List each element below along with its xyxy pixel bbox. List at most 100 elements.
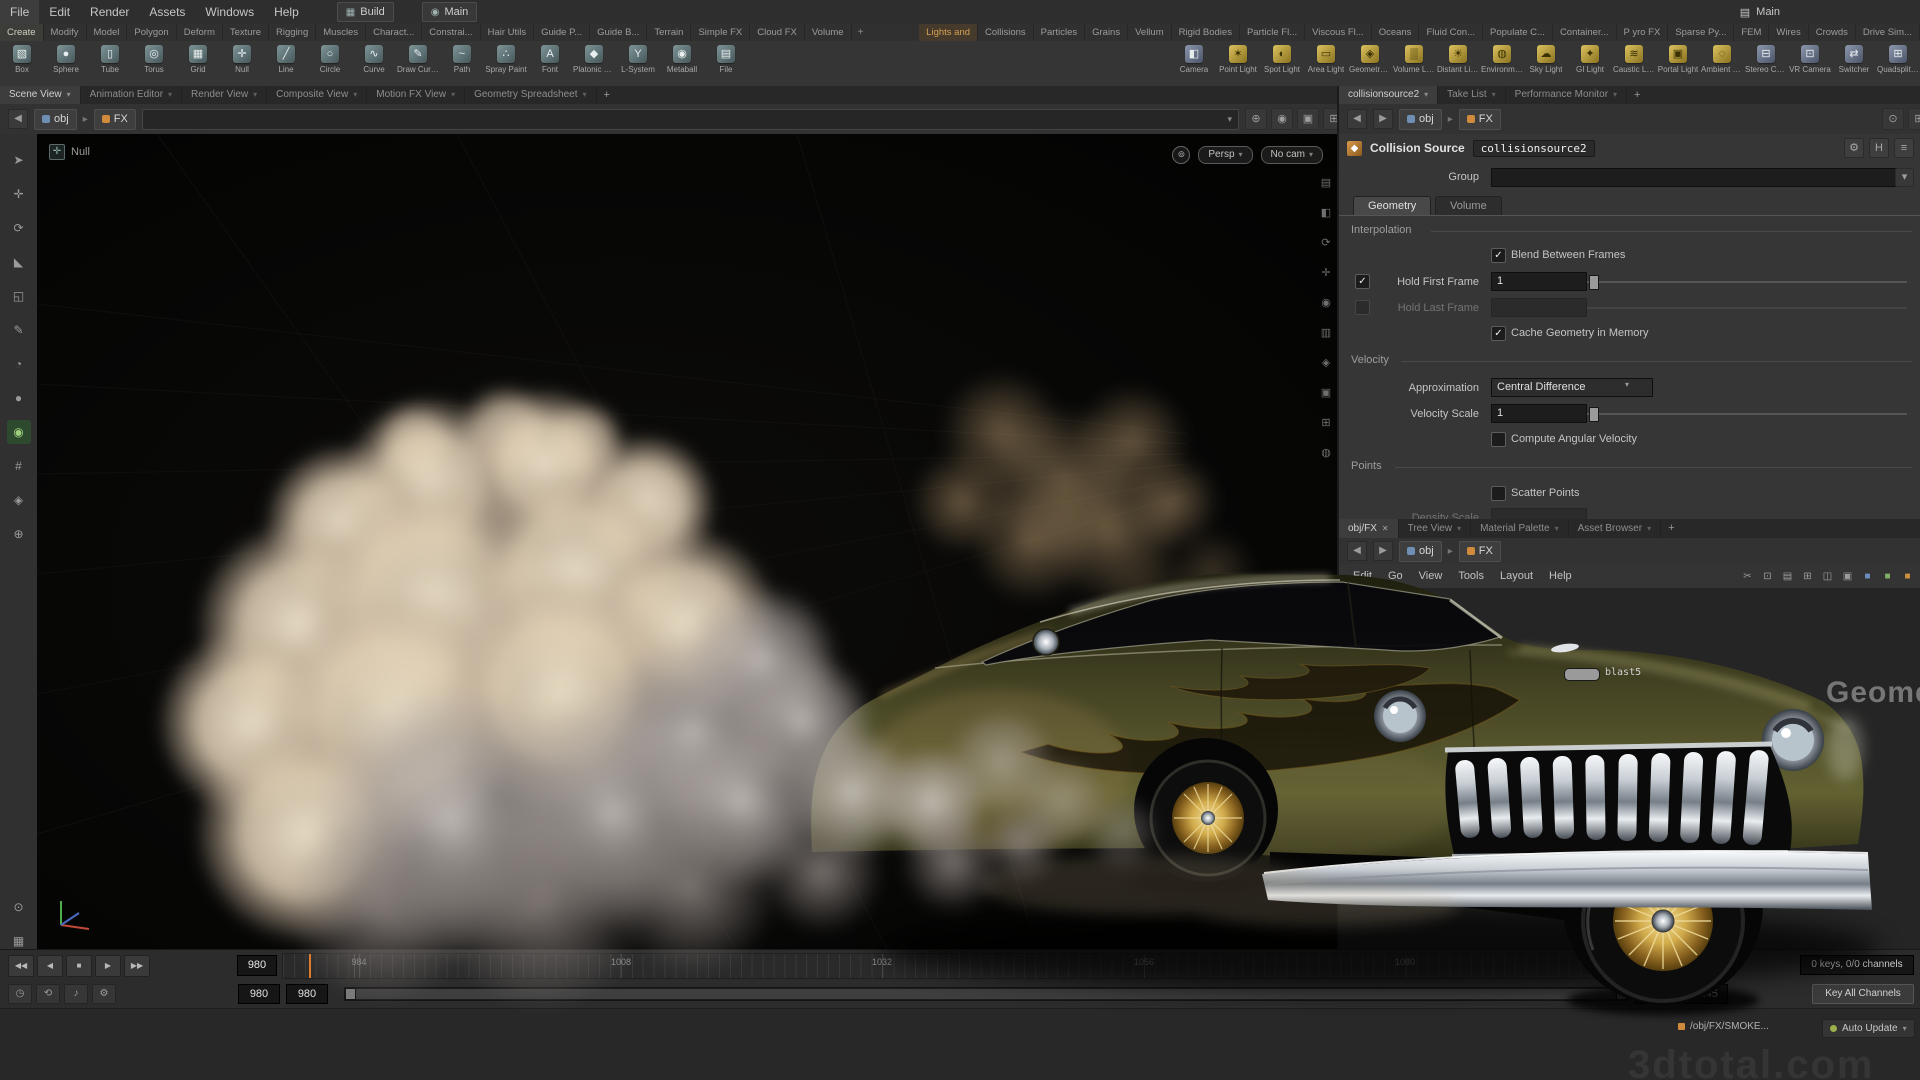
shelf-tab[interactable]: Viscous Fl... <box>1305 24 1372 41</box>
network-toolbar-icon[interactable]: ■ <box>1879 568 1896 585</box>
shelf-tool[interactable]: ∴ Spray Paint <box>484 41 528 86</box>
shelf-tool[interactable]: ╱ Line <box>264 41 308 86</box>
shelf-tool[interactable]: ▧ Box <box>0 41 44 86</box>
pane-tab[interactable]: Scene View <box>0 86 81 104</box>
shelf-tool[interactable]: ⊡ VR Camera <box>1788 41 1832 86</box>
shelf-tool[interactable]: ▯ Tube <box>88 41 132 86</box>
shelf-tool[interactable]: ☀ Distant Light <box>1436 41 1480 86</box>
tab-geometry[interactable]: Geometry <box>1353 196 1431 216</box>
pane-tab[interactable]: obj/FX <box>1339 519 1399 538</box>
network-toolbar-icon[interactable]: ▣ <box>1839 568 1856 585</box>
network-toolbar-icon[interactable]: ■ <box>1899 568 1916 585</box>
shelf-tool[interactable]: ∿ Curve <box>352 41 396 86</box>
transport-button[interactable]: ■ <box>66 955 92 977</box>
shelf-tab[interactable]: Polygon <box>127 24 176 41</box>
shelf-tab[interactable]: Lights and <box>919 24 978 41</box>
shelf-tab[interactable]: Hair Utils <box>481 24 535 41</box>
menu-item[interactable]: Render <box>80 0 139 24</box>
network-toolbar-icon[interactable]: ⊡ <box>1759 568 1776 585</box>
shelf-tab[interactable]: Particles <box>1034 24 1085 41</box>
viewport-display-icon[interactable]: ◍ <box>1317 444 1335 462</box>
playback-toggle[interactable]: ◷ <box>8 984 32 1004</box>
key-all-channels-button[interactable]: Key All Channels <box>1812 984 1914 1004</box>
velocity-scale-field[interactable]: 1 <box>1491 404 1587 423</box>
shelf-tool[interactable]: ▣ Portal Light <box>1656 41 1700 86</box>
shelf-tab[interactable]: Crowds <box>1809 24 1856 41</box>
network-menu-item[interactable]: Edit <box>1345 564 1380 588</box>
pane-tab[interactable]: Material Palette <box>1471 519 1569 538</box>
shelf-tab[interactable]: Modify <box>44 24 87 41</box>
menu-item[interactable]: File <box>0 0 39 24</box>
viewport-display-icon[interactable]: ⊞ <box>1317 414 1335 432</box>
shelf-tab[interactable]: Texture <box>223 24 269 41</box>
toolbar-tool-icon[interactable]: # <box>7 454 31 478</box>
shelf-tool[interactable]: ◎ Torus <box>132 41 176 86</box>
shelf-tab[interactable]: Cloud FX <box>750 24 805 41</box>
add-pane-tab-button[interactable]: + <box>597 86 617 104</box>
shelf-tool[interactable]: ⊞ Quadsplit Camera <box>1876 41 1920 86</box>
network-menu-item[interactable]: View <box>1411 564 1451 588</box>
group-field[interactable] <box>1491 168 1903 187</box>
network-menu-item[interactable]: Help <box>1541 564 1580 588</box>
toolbar-tool-icon[interactable]: ➤ <box>7 148 31 172</box>
param-header-icon[interactable]: ⚙ <box>1844 138 1864 158</box>
shelf-tool[interactable]: ◆ Platonic Solids <box>572 41 616 86</box>
auto-update-selector[interactable]: Auto Update ▾ <box>1822 1019 1915 1038</box>
shelf-tool[interactable]: ◌ Ambient Light <box>1700 41 1744 86</box>
menu-item[interactable]: Edit <box>39 0 80 24</box>
breadcrumb-fx[interactable]: FX <box>94 109 136 130</box>
pane-tab[interactable]: Asset Browser <box>1569 519 1661 538</box>
shelf-tool[interactable]: Y L-System <box>616 41 660 86</box>
network-canvas[interactable]: blast5 Geometry attribdelete1 Hold 8 or … <box>1339 588 1920 949</box>
pathbar-icon[interactable]: ⊞ <box>1908 108 1920 130</box>
pane-tab[interactable]: Tree View <box>1399 519 1471 538</box>
shelf-tab[interactable]: Create <box>0 24 44 41</box>
slider-handle[interactable] <box>1589 275 1599 290</box>
shelf-tool[interactable]: ◈ Geometry Light <box>1348 41 1392 86</box>
shelf-tool[interactable]: ≋ Caustic Light <box>1612 41 1656 86</box>
shelf-tool[interactable]: ✎ Draw Curve <box>396 41 440 86</box>
viewport-display-icon[interactable]: ▤ <box>1317 174 1335 192</box>
path-combo-field[interactable]: ▾ <box>142 109 1239 130</box>
playhead-marker[interactable] <box>309 954 311 978</box>
toolbar-tool-icon[interactable]: ⊙ <box>7 895 31 919</box>
param-header-icon[interactable]: H <box>1869 138 1889 158</box>
shelf-tab[interactable]: Volume <box>805 24 852 41</box>
shelf-tab[interactable]: Sparse Py... <box>1668 24 1734 41</box>
shelf-tab[interactable]: Collisions <box>978 24 1034 41</box>
playback-toggle[interactable]: ♪ <box>64 984 88 1004</box>
shelf-tab[interactable]: Fluid Con... <box>1419 24 1483 41</box>
shelf-tab[interactable]: Muscles <box>316 24 366 41</box>
toolbar-tool-icon[interactable]: ◉ <box>7 420 31 444</box>
breadcrumb-fx[interactable]: FX <box>1459 109 1501 130</box>
shelf-tab[interactable]: Deform <box>177 24 223 41</box>
shelf-tab[interactable]: Simple FX <box>691 24 750 41</box>
pane-tab[interactable]: Composite View <box>267 86 367 104</box>
toolbar-tool-icon[interactable]: ◣ <box>7 250 31 274</box>
pathbar-icon[interactable]: ◉ <box>1271 108 1293 130</box>
scene-selector[interactable]: ◉ Main <box>422 2 478 22</box>
shelf-tab[interactable]: Terrain <box>647 24 691 41</box>
pane-tab[interactable]: Take List <box>1438 86 1505 104</box>
pathbar-icon[interactable]: ⊕ <box>1245 108 1267 130</box>
network-menu-item[interactable]: Tools <box>1450 564 1492 588</box>
current-frame-field[interactable]: 980 <box>237 955 277 976</box>
shelf-tool[interactable]: ◧ Camera <box>1172 41 1216 86</box>
toolbar-tool-icon[interactable]: ◈ <box>7 488 31 512</box>
shelf-tool[interactable]: ☁ Sky Light <box>1524 41 1568 86</box>
toolbar-tool-icon[interactable]: ◔ <box>7 352 31 376</box>
viewport-display-icon[interactable]: ◧ <box>1317 204 1335 222</box>
shelf-tool[interactable]: A Font <box>528 41 572 86</box>
range-end-field[interactable]: 1145 <box>1634 984 1678 1004</box>
shelf-tab[interactable]: FEM <box>1734 24 1769 41</box>
toolbar-tool-icon[interactable]: ✛ <box>7 182 31 206</box>
shelf-tab[interactable]: Grains <box>1085 24 1128 41</box>
toolbar-tool-icon[interactable]: ⊕ <box>7 522 31 546</box>
hold-last-frame-field[interactable] <box>1491 298 1587 317</box>
pane-tab[interactable]: Motion FX View <box>367 86 465 104</box>
viewport-display-icon[interactable]: ◉ <box>1317 294 1335 312</box>
shelf-tab[interactable]: Particle Fl... <box>1240 24 1305 41</box>
compute-angular-velocity-checkbox[interactable] <box>1491 432 1506 447</box>
shelf-tool[interactable]: ▭ Area Light <box>1304 41 1348 86</box>
slider-handle[interactable] <box>1589 407 1599 422</box>
